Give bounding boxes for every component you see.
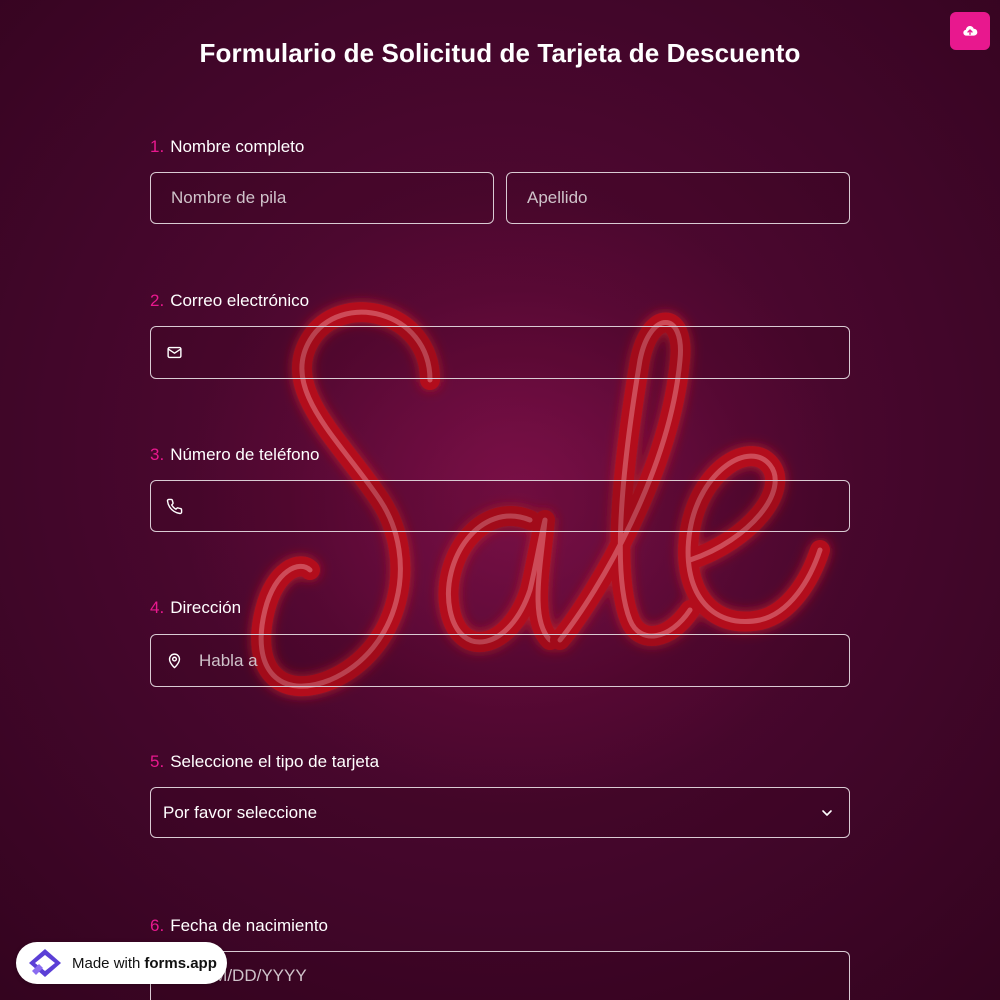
first-name-input[interactable] xyxy=(151,173,493,223)
birth-date-input[interactable] xyxy=(183,952,849,1000)
question-text: Seleccione el tipo de tarjeta xyxy=(170,752,380,771)
question-number: 5. xyxy=(150,752,165,771)
email-input[interactable] xyxy=(183,327,849,378)
question-text: Número de teléfono xyxy=(170,445,320,464)
question-text: Correo electrónico xyxy=(170,291,310,310)
chevron-down-icon xyxy=(819,805,835,821)
question-number: 4. xyxy=(150,598,165,617)
address-field[interactable] xyxy=(150,634,850,687)
question-label-birth-date: 6. Fecha de nacimiento xyxy=(150,916,328,936)
question-label-card-type: 5. Seleccione el tipo de tarjeta xyxy=(150,752,379,772)
birth-date-field[interactable] xyxy=(150,951,850,1000)
phone-icon xyxy=(165,497,183,515)
email-field[interactable] xyxy=(150,326,850,379)
first-name-field[interactable] xyxy=(150,172,494,224)
form-title: Formulario de Solicitud de Tarjeta de De… xyxy=(199,38,801,68)
question-label-phone: 3. Número de teléfono xyxy=(150,445,320,465)
question-label-address: 4. Dirección xyxy=(150,598,241,618)
question-number: 6. xyxy=(150,916,165,935)
question-text: Fecha de nacimiento xyxy=(170,916,329,935)
last-name-field[interactable] xyxy=(506,172,850,224)
badge-brand: forms.app xyxy=(144,954,217,972)
question-text: Nombre completo xyxy=(170,137,305,156)
address-input[interactable] xyxy=(183,635,849,686)
forms-app-logo-icon xyxy=(26,946,64,980)
question-label-full-name: 1. Nombre completo xyxy=(150,137,304,157)
phone-input[interactable] xyxy=(183,481,849,531)
question-number: 1. xyxy=(150,137,165,156)
made-with-forms-app-badge[interactable]: Made with forms.app xyxy=(16,942,227,984)
question-label-email: 2. Correo electrónico xyxy=(150,291,309,311)
badge-prefix: Made with xyxy=(72,954,141,972)
card-type-selected-value: Por favor seleccione xyxy=(163,802,318,822)
cloud-upload-icon xyxy=(963,25,978,36)
mail-icon xyxy=(165,344,183,362)
question-number: 2. xyxy=(150,291,165,310)
phone-field[interactable] xyxy=(150,480,850,532)
question-text: Dirección xyxy=(170,598,242,617)
question-number: 3. xyxy=(150,445,165,464)
card-type-select[interactable]: Por favor seleccione xyxy=(150,787,850,838)
last-name-input[interactable] xyxy=(507,173,849,223)
location-pin-icon xyxy=(165,652,183,670)
